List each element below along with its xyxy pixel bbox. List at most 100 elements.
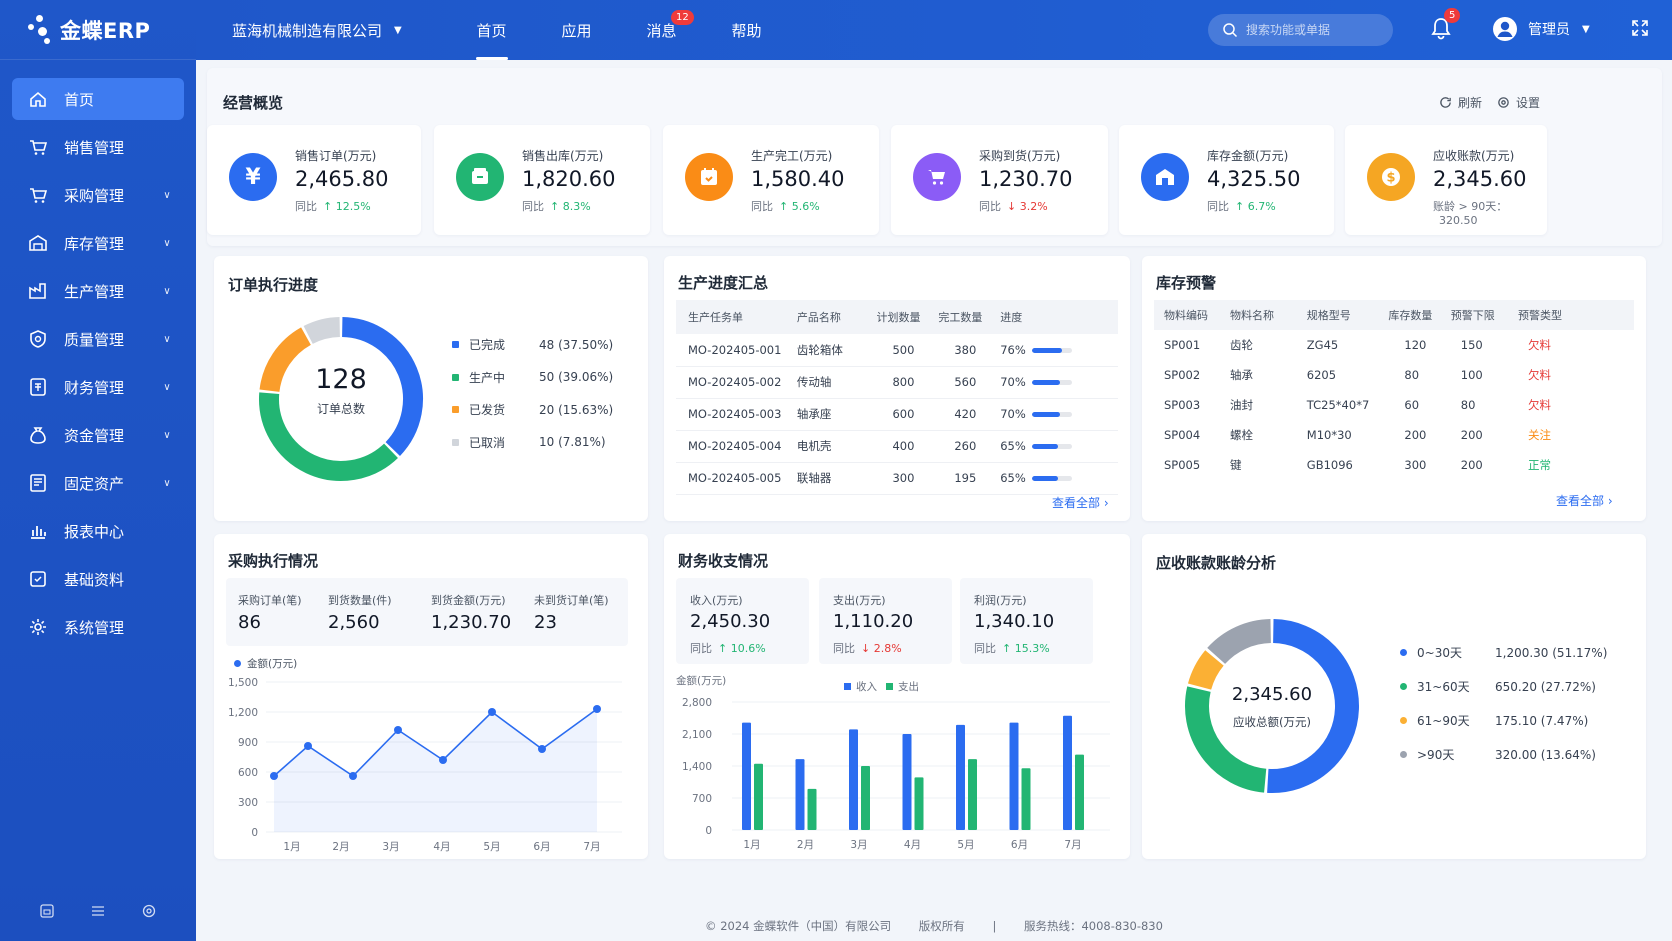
tab-2[interactable]: 消息 12 (619, 0, 704, 60)
sidebar-item-label: 采购管理 (64, 186, 125, 205)
search-input[interactable] (1246, 23, 1376, 37)
refresh-button[interactable]: 刷新 (1439, 94, 1482, 111)
finance-stat-label: 收入(万元) (690, 594, 743, 607)
tab-label: 应用 (561, 21, 592, 40)
table-row[interactable]: SP003 油封 TC25*40*7 60 80 欠料 (1154, 390, 1634, 420)
sidebar-menu: 首页 销售管理 采购管理 ∨ 库存管理 ∨ 生产管理 ∨ 质量管理 ∨ 财务管理 ∨ 资金管理 ∨ 固定资产… (0, 60, 196, 648)
sidebar-item-1[interactable]: 销售管理 (12, 126, 184, 168)
inventory-cell-qty: 200 (1404, 428, 1427, 442)
table-row[interactable]: MO-202405-002 传动轴 800 560 70% (676, 366, 1118, 399)
kpi-card-4[interactable]: 库存金额(万元) 4,325.50 同比 ↑ 6.7% (1119, 125, 1334, 235)
kpi-compare-label: 账龄 > 90天： (1433, 200, 1508, 213)
table-row[interactable]: SP005 键 GB1096 300 200 正常 (1154, 450, 1634, 480)
inventory-cell-spec: 6205 (1306, 368, 1337, 382)
bar-expense (754, 763, 763, 830)
top-bar: 蓝海机械制造有限公司 ▼ 首页 应用 消息12 帮助 5 管理员 ▼ (196, 0, 1672, 60)
sidebar-item-0[interactable]: 首页 (12, 78, 184, 120)
search-box[interactable] (1208, 14, 1393, 46)
purchase-line-chart: 0 300 600 900 1,200 1,500 1月 2月 3月 4月 5月 6月 7月 (228, 677, 622, 852)
sidebar-item-9[interactable]: 报表中心 (12, 510, 184, 552)
table-row[interactable]: SP002 轴承 6205 80 100 欠料 (1154, 360, 1634, 390)
receivable-slice-0 (1267, 619, 1359, 793)
chevron-down-icon: ∨ (163, 429, 171, 441)
table-row[interactable]: MO-202405-001 齿轮箱体 500 380 76% (676, 334, 1118, 367)
collapse-icon[interactable] (39, 903, 55, 923)
receivable-total: 2,345.60 (1231, 684, 1313, 705)
sidebar-item-4[interactable]: 生产管理 ∨ (12, 270, 184, 312)
kpi-compare-label: 同比 (751, 200, 773, 213)
sidebar-item-2[interactable]: 采购管理 ∨ (12, 174, 184, 216)
tab-label: 消息 (646, 21, 677, 40)
progress-fill (1031, 476, 1058, 481)
sidebar-item-5[interactable]: 质量管理 ∨ (12, 318, 184, 360)
kpi-card-1[interactable]: 销售出库(万元) 1,820.60 同比 ↑ 8.3% (434, 125, 650, 235)
fullscreen-button[interactable] (1630, 18, 1650, 42)
progress-text: 70% (1000, 407, 1026, 421)
table-row[interactable]: MO-202405-005 联轴器 300 195 65% (676, 462, 1118, 495)
y-tick-label: 0 (705, 825, 712, 837)
kpi-card-0[interactable]: ¥ 销售订单(万元) 2,465.80 同比 ↑ 12.5% (207, 125, 421, 235)
progress-text: 76% (1000, 342, 1026, 357)
home-icon (28, 89, 48, 109)
table-row[interactable]: SP004 螺栓 M10*30 200 200 关注 (1154, 420, 1634, 450)
inventory-cell-min: 200 (1460, 458, 1483, 472)
production-cell-product: 电机壳 (790, 430, 871, 463)
legend-value: 50 (39.06%) (539, 370, 614, 384)
production-cell-plan: 600 (870, 398, 933, 431)
production-col-header: 进度 (994, 300, 1118, 334)
user-menu[interactable]: 管理员 ▼ (1492, 16, 1590, 42)
sidebar-item-11[interactable]: 系统管理 (12, 606, 184, 648)
kpi-label: 生产完工(万元) (751, 149, 833, 163)
production-view-all-link[interactable]: 查看全部 › (1052, 494, 1109, 511)
tab-3[interactable]: 帮助 (704, 0, 789, 60)
x-tick-label: 6月 (533, 841, 550, 852)
kpi-card-3[interactable]: 采购到货(万元) 1,230.70 同比 ↓ 3.2% (891, 125, 1108, 235)
progress-text: 65% (1000, 439, 1026, 453)
kpi-card-5[interactable]: $ 应收账款(万元) 2,345.60 账龄 > 90天：320.50 (1345, 125, 1547, 235)
company-selector[interactable]: 蓝海机械制造有限公司 ▼ (196, 20, 441, 41)
data-point (439, 756, 447, 764)
compare-label: 同比 (690, 642, 712, 655)
kpi-label: 库存金额(万元) (1207, 149, 1289, 163)
inventory-view-all-link[interactable]: 查看全部 › (1556, 492, 1613, 509)
finance-stat-compare: 同比 ↑ 10.6% (690, 640, 766, 656)
table-row[interactable]: SP001 齿轮 ZG45 120 150 欠料 (1154, 330, 1634, 360)
production-cell-no: MO-202405-001 (676, 334, 791, 367)
purchase-legend: 金额(万元) (234, 656, 297, 671)
message-badge: 12 (671, 10, 694, 25)
sidebar-item-10[interactable]: 基础资料 (12, 558, 184, 600)
inventory-cell-type: 欠料 (1527, 368, 1551, 382)
data-point (349, 772, 357, 780)
menu-toggle-icon[interactable] (90, 903, 106, 923)
app-logo[interactable]: 金蝶ERP (0, 0, 196, 60)
table-row[interactable]: MO-202405-004 电机壳 400 260 65% (676, 430, 1118, 463)
svg-text:$: $ (1386, 171, 1395, 186)
sidebar-item-3[interactable]: 库存管理 ∨ (12, 222, 184, 264)
top-nav: 首页 应用 消息 12 帮助 (449, 0, 789, 60)
tab-1[interactable]: 应用 (534, 0, 619, 60)
bar-income (1063, 715, 1072, 830)
kpi-card-2[interactable]: 生产完工(万元) 1,580.40 同比 ↑ 5.6% (663, 125, 879, 235)
order-progress-card: 订单执行进度 128 订单总数 已完成 48 (37.50%) 生产中 50 (39.… (214, 256, 648, 521)
sidebar-item-label: 生产管理 (64, 282, 125, 301)
sidebar-item-7[interactable]: 资金管理 ∨ (12, 414, 184, 456)
bar-income (742, 722, 751, 830)
legend-value: 48 (37.50%) (539, 337, 614, 352)
data-point (538, 745, 546, 753)
inventory-cell-code: SP005 (1164, 458, 1201, 472)
purchase-stat-label: 到货数量(件) (328, 594, 392, 607)
kpi-compare: 同比 ↑ 6.7% (1207, 198, 1276, 214)
notification-bell[interactable]: 5 (1430, 8, 1461, 44)
bar-income (956, 724, 965, 830)
settings-button[interactable]: 设置 (1497, 94, 1540, 111)
bar-income (849, 729, 858, 830)
sidebar-item-6[interactable]: 财务管理 ∨ (12, 366, 184, 408)
table-row[interactable]: MO-202405-003 轴承座 600 420 70% (676, 398, 1118, 431)
user-name: 管理员 (1528, 22, 1570, 38)
legend-square (452, 406, 459, 413)
kpi-value: 1,580.40 (751, 167, 845, 191)
sidebar-settings-icon[interactable] (141, 903, 157, 923)
finance-bar-chart: 金额(万元) 收入 支出 0 700 1,400 2,100 2,800 1月 2月 3月 4月 5月 6… (676, 674, 1110, 851)
tab-0[interactable]: 首页 (449, 0, 534, 60)
sidebar-item-8[interactable]: 固定资产 ∨ (12, 462, 184, 504)
